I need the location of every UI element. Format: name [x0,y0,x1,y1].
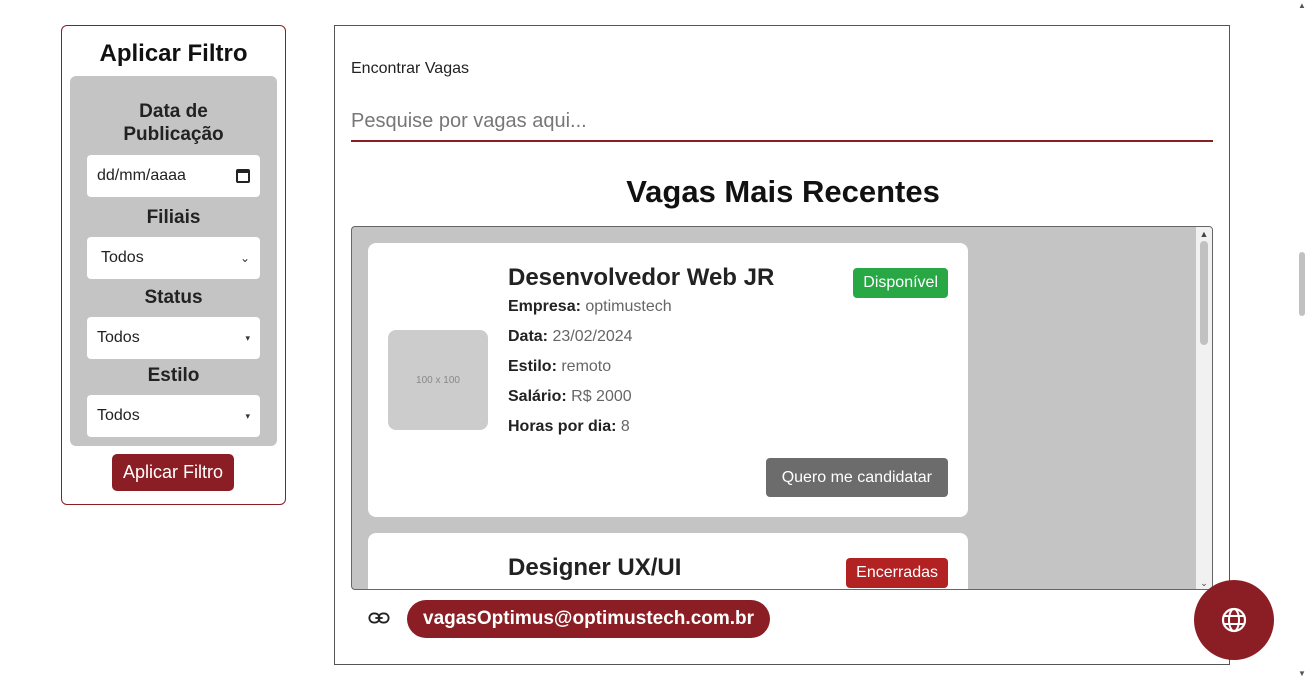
job-style-value: remoto [561,358,612,375]
jobs-list[interactable]: 100 x 100 Desenvolvedor Web JR Disponíve… [351,226,1213,590]
scroll-down-arrow-icon[interactable]: ▼ [1298,670,1306,678]
style-filter-label: Estilo [147,365,200,386]
status-badge: Encerradas [846,558,948,588]
branches-select[interactable]: Todos ⌄ [87,237,260,279]
calendar-icon[interactable] [236,169,250,183]
job-card: Designer UX/UI Encerradas [368,533,968,589]
job-title: Desenvolvedor Web JR [508,264,775,291]
search-label: Encontrar Vagas [351,60,469,77]
date-filter-label: Data de Publicação [123,101,224,145]
job-salary-value: R$ 2000 [571,388,632,405]
chevron-down-icon: ⌄ [239,251,250,265]
job-style-label: Estilo: [508,358,557,375]
page-scrollbar[interactable]: ▲ ▼ [1295,0,1309,682]
job-salary-label: Salário: [508,388,567,405]
link-icon [368,612,390,624]
date-filter-value: dd/mm/aaaa [97,167,186,184]
dropdown-caret-icon: ▾ [245,332,250,343]
job-hours-value: 8 [620,418,630,435]
job-hours-label: Horas por dia: [508,418,617,435]
job-style: Estilo: remoto [508,358,611,376]
job-date-label: Data: [508,328,549,345]
status-select-value: Todos [97,329,140,346]
scroll-up-arrow-icon[interactable]: ▲ [1196,229,1212,239]
jobs-scrollbar[interactable]: ▲ ⌄ [1196,227,1212,589]
filter-box: Data de Publicação dd/mm/aaaa Filiais To… [70,76,277,446]
style-select[interactable]: Todos ▾ [87,395,260,437]
apply-filter-button[interactable]: Aplicar Filtro [112,454,234,491]
dropdown-caret-icon: ▾ [245,410,250,421]
main-panel: Encontrar Vagas Vagas Mais Recentes 100 … [334,25,1230,665]
job-card: 100 x 100 Desenvolvedor Web JR Disponíve… [368,243,968,517]
contact-email-link[interactable]: vagasOptimus@optimustech.com.br [407,600,771,638]
job-thumbnail: 100 x 100 [388,330,488,430]
job-date-value: 23/02/2024 [552,328,633,345]
branches-select-value: Todos [101,249,144,266]
filter-panel: Aplicar Filtro Data de Publicação dd/mm/… [61,25,286,505]
page-scroll-thumb[interactable] [1299,252,1305,316]
job-date: Data: 23/02/2024 [508,328,633,346]
job-company-value: optimustech [585,298,672,315]
date-filter-input[interactable]: dd/mm/aaaa [87,155,260,197]
branches-filter-label: Filiais [146,207,201,228]
apply-job-button[interactable]: Quero me candidatar [765,458,948,497]
jobs-scroll-thumb[interactable] [1200,241,1208,345]
job-company-label: Empresa: [508,298,581,315]
scroll-up-arrow-icon[interactable]: ▲ [1298,2,1306,10]
globe-icon [1221,607,1247,633]
style-select-value: Todos [97,407,140,424]
status-select[interactable]: Todos ▾ [87,317,260,359]
job-company: Empresa: optimustech [508,298,672,316]
job-hours: Horas por dia: 8 [508,418,630,436]
section-title: Vagas Mais Recentes [626,174,940,209]
job-salary: Salário: R$ 2000 [508,388,632,406]
filter-title: Aplicar Filtro [99,40,248,67]
search-input[interactable] [351,102,1213,142]
job-title: Designer UX/UI [508,554,682,581]
language-globe-button[interactable] [1194,580,1274,660]
status-badge: Disponível [853,268,948,298]
status-filter-label: Status [144,287,203,308]
